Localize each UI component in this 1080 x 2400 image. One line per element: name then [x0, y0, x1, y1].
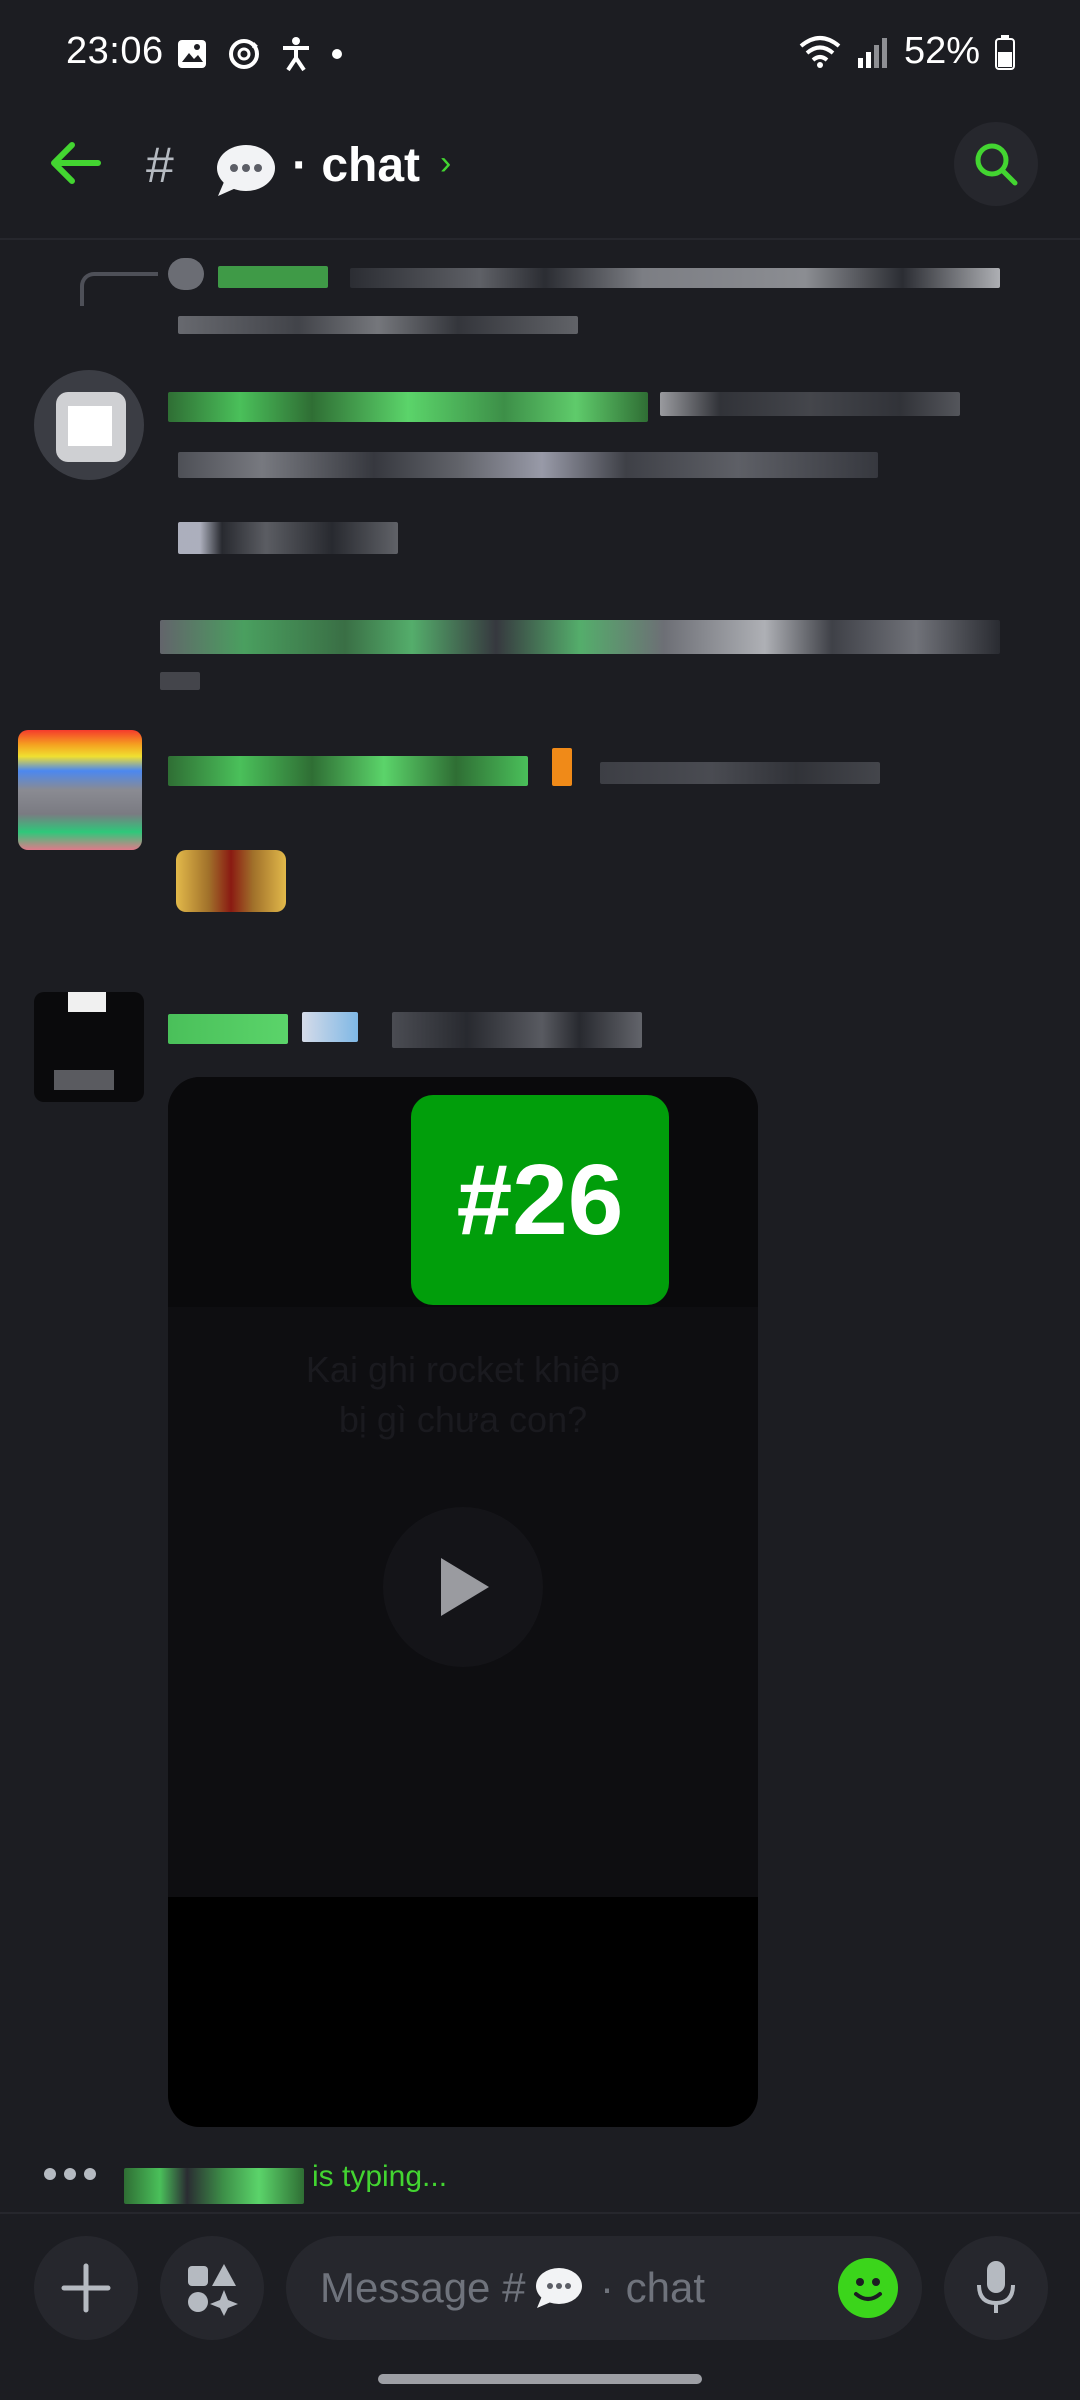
search-icon: [975, 143, 1018, 186]
reply-avatar: [168, 258, 204, 290]
apps-icon: [188, 2264, 238, 2316]
avatar[interactable]: [34, 992, 144, 1102]
status-left-icons: [176, 36, 344, 72]
reply-username: [218, 266, 328, 288]
emoji-button[interactable]: [838, 2258, 898, 2318]
chevron-right-icon[interactable]: ›: [440, 144, 451, 183]
message-emoji: [176, 850, 286, 912]
message-timestamp: [392, 1012, 642, 1048]
gallery-icon: [178, 40, 206, 68]
voice-message-button[interactable]: [944, 2236, 1048, 2340]
add-attachment-button[interactable]: [34, 2236, 138, 2340]
smile-icon: [854, 2278, 882, 2301]
battery-percent: 52%: [903, 30, 980, 72]
status-right-icons: 52%: [798, 30, 1016, 73]
battery-icon: [995, 34, 1015, 70]
message-badge: [302, 1012, 358, 1042]
microphone-icon: [977, 2261, 1015, 2313]
reply-text: [350, 268, 1000, 288]
video-embed[interactable]: #26 Kai ghi rocket khiêp bị gì chưa con?: [168, 1077, 758, 2127]
signal-icon: [857, 37, 887, 68]
video-badge: #26: [411, 1095, 669, 1305]
message-composer: Message # · chat: [0, 2212, 1080, 2362]
message-username[interactable]: [168, 1014, 288, 1044]
sync-icon: [229, 39, 259, 69]
message-badge: [552, 748, 572, 786]
accessibility-icon: [283, 37, 309, 72]
message-input[interactable]: [286, 2236, 922, 2340]
avatar[interactable]: [18, 730, 142, 850]
back-button[interactable]: [40, 128, 110, 198]
video-caption: Kai ghi rocket khiêp: [305, 1349, 621, 1390]
message-username[interactable]: [168, 392, 648, 422]
message-text: [178, 452, 878, 478]
message-text: [160, 620, 1000, 654]
home-indicator[interactable]: [378, 2374, 702, 2384]
reply-connector: [80, 272, 158, 306]
play-button[interactable]: [383, 1507, 543, 1667]
dot-icon: [332, 49, 342, 59]
reply-text: [178, 316, 578, 334]
message-text: [178, 522, 398, 554]
channel-name[interactable]: · chat: [292, 138, 420, 193]
channel-header: # · chat ›: [0, 100, 1080, 240]
arrow-left-icon: [51, 142, 101, 184]
apps-button[interactable]: [160, 2236, 264, 2340]
play-icon: [441, 1558, 489, 1616]
message-timestamp: [600, 762, 880, 784]
message-username[interactable]: [168, 756, 528, 786]
message-text: [160, 672, 200, 690]
video-bottom-band: [168, 1897, 758, 2127]
video-caption: bị gì chưa con?: [338, 1399, 588, 1440]
typing-indicator: is typing...: [0, 2152, 1080, 2212]
search-button[interactable]: [954, 122, 1038, 206]
status-time: 23:06: [66, 30, 164, 72]
typing-dots-icon: [44, 2168, 96, 2180]
typing-username: [124, 2168, 304, 2204]
plus-icon: [61, 2263, 111, 2313]
speech-bubble-icon: [217, 145, 275, 196]
avatar[interactable]: [34, 370, 144, 480]
channel-hash-icon: #: [146, 137, 174, 193]
status-bar: 23:06 52%: [0, 0, 1080, 100]
message-timestamp: [660, 392, 960, 416]
message-list[interactable]: #26 Kai ghi rocket khiêp bị gì chưa con?: [0, 242, 1080, 2162]
wifi-icon: [799, 35, 841, 68]
typing-text: is typing...: [312, 2160, 448, 2193]
